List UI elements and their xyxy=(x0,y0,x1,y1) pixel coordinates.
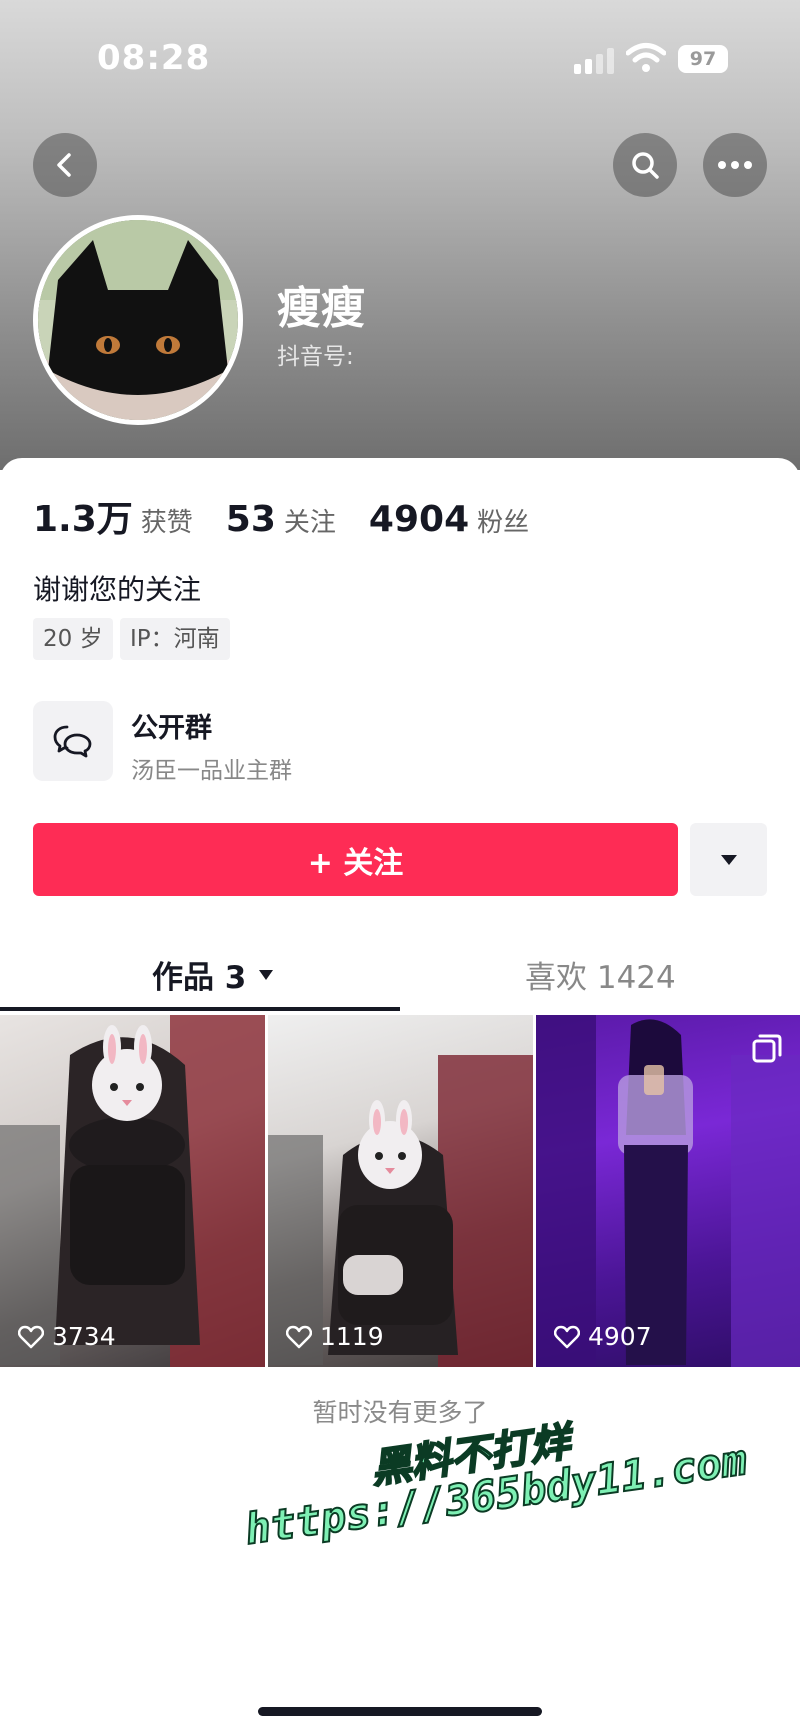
active-tab-indicator xyxy=(0,1007,400,1011)
multi-image-icon xyxy=(752,1034,782,1063)
profile-stats: 1.3万 获赞 53 关注 4904 粉丝 xyxy=(33,490,562,542)
video-thumbnail[interactable]: 4907 xyxy=(536,1015,800,1367)
stat-followers-label: 粉丝 xyxy=(477,508,530,538)
video-like-count-text: 3734 xyxy=(52,1322,116,1351)
group-chat-entry[interactable] xyxy=(33,701,113,781)
back-button[interactable] xyxy=(33,133,97,197)
stat-likes-value: 1.3万 xyxy=(33,499,133,540)
caret-down-icon xyxy=(720,854,737,865)
chat-bubbles-icon xyxy=(53,725,92,758)
status-time: 08:28 xyxy=(97,38,211,78)
video-thumbnail-image xyxy=(536,1015,800,1367)
video-like-count: 1119 xyxy=(286,1322,384,1351)
group-subtitle: 汤臣一品业主群 xyxy=(131,758,292,784)
status-bar: 08:28 97 xyxy=(0,0,800,100)
wifi-icon xyxy=(625,42,667,74)
avatar-image xyxy=(38,220,238,420)
heart-icon xyxy=(18,1325,44,1348)
stat-following-value: 53 xyxy=(225,499,276,540)
video-like-count-text: 1119 xyxy=(320,1322,384,1351)
stat-following-label: 关注 xyxy=(283,508,336,538)
no-more-content-text: 暂时没有更多了 xyxy=(312,1398,488,1427)
video-like-count: 4907 xyxy=(554,1322,652,1351)
caret-down-icon xyxy=(259,969,274,980)
stat-likes[interactable]: 1.3万 获赞 xyxy=(33,490,193,542)
heart-icon xyxy=(286,1325,312,1348)
tab-works-label: 作品 3 xyxy=(152,960,247,996)
search-button[interactable] xyxy=(613,133,677,197)
tab-likes[interactable]: 喜欢 1424 xyxy=(525,952,676,997)
battery-indicator: 97 xyxy=(678,45,728,73)
avatar[interactable] xyxy=(33,215,243,425)
more-dots-icon xyxy=(718,161,752,169)
video-like-count: 3734 xyxy=(18,1322,116,1351)
age-tag: 20 岁 xyxy=(33,618,113,660)
chevron-left-icon xyxy=(57,153,71,177)
nickname: 瘦瘦 xyxy=(277,283,365,334)
more-button[interactable] xyxy=(703,133,767,197)
ip-tag: IP：河南 xyxy=(120,618,230,660)
video-thumbnail-image xyxy=(0,1015,265,1367)
stat-following[interactable]: 53 关注 xyxy=(226,499,336,540)
heart-icon xyxy=(554,1325,580,1348)
bio: 谢谢您的关注 xyxy=(33,573,202,606)
video-thumbnail-image xyxy=(268,1055,533,1367)
group-title[interactable]: 公开群 xyxy=(131,706,212,745)
recommend-dropdown-button[interactable] xyxy=(690,823,767,896)
video-thumbnail[interactable]: 3734 xyxy=(0,1015,265,1367)
search-icon xyxy=(632,152,659,179)
home-indicator[interactable] xyxy=(258,1707,542,1716)
video-thumbnail[interactable]: 1119 xyxy=(268,1015,533,1367)
douyin-id-label: 抖音号: xyxy=(277,344,354,370)
stat-likes-label: 获赞 xyxy=(140,508,193,538)
follow-button[interactable]: + 关注 xyxy=(33,823,678,896)
signal-icon xyxy=(574,48,616,74)
tab-works[interactable]: 作品 3 xyxy=(152,952,274,997)
stat-followers-value: 4904 xyxy=(368,499,470,540)
stat-followers[interactable]: 4904 粉丝 xyxy=(369,499,529,540)
video-like-count-text: 4907 xyxy=(588,1322,652,1351)
